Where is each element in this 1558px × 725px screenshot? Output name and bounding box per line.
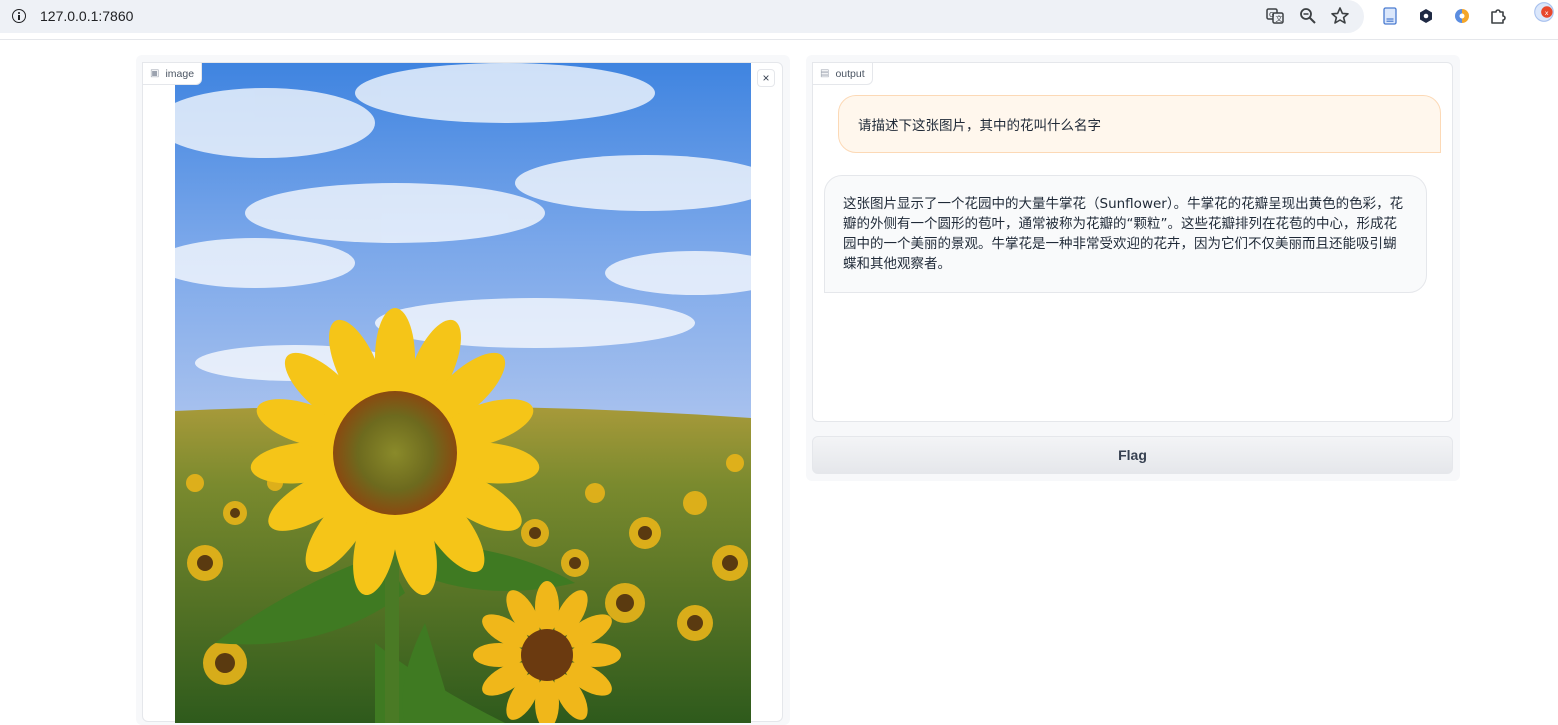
- image-icon: ▣: [150, 68, 160, 79]
- output-label-text: output: [835, 67, 865, 80]
- star-icon[interactable]: [1330, 6, 1350, 26]
- url-text[interactable]: 127.0.0.1:7860: [40, 8, 133, 24]
- image-block-label: ▣ image: [142, 62, 203, 85]
- svg-text:G: G: [1269, 11, 1274, 19]
- document-extension-icon[interactable]: [1380, 6, 1400, 26]
- color-extension-icon[interactable]: [1452, 6, 1472, 26]
- user-message-text: 请描述下这张图片，其中的花叫什么名字: [858, 118, 1101, 134]
- image-label-text: image: [165, 67, 195, 80]
- svg-text:x: x: [1545, 9, 1549, 17]
- zoom-icon[interactable]: [1298, 6, 1318, 26]
- svg-text:文: 文: [1276, 14, 1283, 23]
- translate-icon[interactable]: G文: [1265, 6, 1285, 26]
- extensions-puzzle-icon[interactable]: [1488, 6, 1508, 26]
- flag-button[interactable]: Flag: [812, 436, 1453, 474]
- bot-message: 这张图片显示了一个花园中的大量牛掌花（Sunflower）。牛掌花的花瓣呈现出黄…: [824, 175, 1427, 293]
- profile-avatar-icon[interactable]: x: [1534, 2, 1558, 30]
- hex-extension-icon[interactable]: [1416, 6, 1436, 26]
- output-block-label: ▤ output: [812, 62, 873, 85]
- address-bar[interactable]: 127.0.0.1:7860 G文: [0, 0, 1364, 33]
- bot-message-text: 这张图片显示了一个花园中的大量牛掌花（Sunflower）。牛掌花的花瓣呈现出黄…: [843, 196, 1404, 272]
- sunflower-image: [175, 63, 751, 723]
- chat-icon: ▤: [820, 68, 830, 79]
- clear-image-button[interactable]: ×: [757, 69, 775, 87]
- info-icon[interactable]: [12, 9, 26, 23]
- browser-toolbar: 127.0.0.1:7860 G文 x: [0, 0, 1558, 40]
- user-message: 请描述下这张图片，其中的花叫什么名字: [838, 95, 1441, 153]
